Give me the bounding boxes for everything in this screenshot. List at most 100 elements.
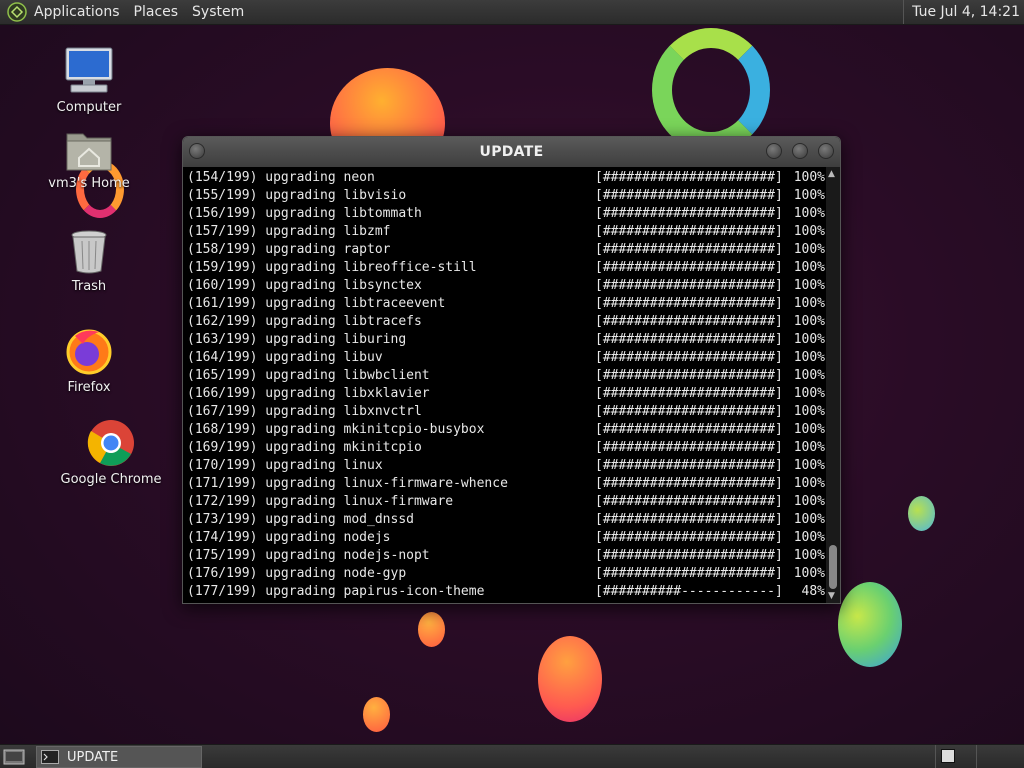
progress-percent: 100% (793, 314, 825, 329)
terminal-line: (158/199) upgrading raptor [#############… (187, 241, 825, 259)
progress-percent: 100% (793, 458, 825, 473)
terminal-line: (173/199) upgrading mod_dnssd [##########… (187, 511, 825, 529)
progress-percent: 100% (793, 440, 825, 455)
desktop-icon-label: vm3's Home (48, 176, 130, 191)
package-name: (163/199) upgrading liburing (187, 332, 407, 347)
progress-percent: 100% (793, 170, 825, 185)
progress-percent: 100% (793, 512, 825, 527)
workspace-switcher[interactable] (941, 749, 955, 763)
wallpaper-blob (838, 582, 902, 667)
window-title: UPDATE (479, 144, 544, 160)
menu-applications[interactable]: Applications (34, 4, 120, 20)
minimize-button[interactable] (766, 143, 782, 159)
progress-bar-text: [######################] (595, 512, 783, 527)
progress-bar-text: [######################] (595, 170, 783, 185)
terminal-line: (165/199) upgrading libwbclient [########… (187, 367, 825, 385)
package-name: (176/199) upgrading node-gyp (187, 566, 407, 581)
progress-bar-text: [######################] (595, 296, 783, 311)
desktop-icon-firefox[interactable]: Firefox (34, 326, 144, 395)
progress-percent: 100% (793, 404, 825, 419)
firefox-icon (66, 329, 112, 375)
terminal-scrollbar[interactable]: ▲ ▼ (826, 167, 840, 603)
home-folder-icon (66, 133, 112, 171)
terminal-line: (154/199) upgrading neon [###############… (187, 169, 825, 187)
bottom-panel: UPDATE (0, 744, 1024, 768)
taskbar-button-update[interactable]: UPDATE (36, 746, 202, 768)
desktop-icon-label: Computer (56, 100, 122, 115)
scroll-down-icon[interactable]: ▼ (828, 591, 835, 601)
progress-percent: 100% (793, 422, 825, 437)
terminal-line: (175/199) upgrading nodejs-nopt [########… (187, 547, 825, 565)
package-name: (156/199) upgrading libtommath (187, 206, 422, 221)
show-desktop-icon[interactable] (3, 748, 25, 766)
terminal-line: (169/199) upgrading mkinitcpio [#########… (187, 439, 825, 457)
package-name: (177/199) upgrading papirus-icon-theme (187, 584, 485, 599)
terminal-line: (162/199) upgrading libtracefs [#########… (187, 313, 825, 331)
progress-percent: 48% (793, 584, 826, 599)
package-name: (164/199) upgrading libuv (187, 350, 383, 365)
wallpaper-blob (908, 496, 935, 531)
progress-bar-text: [######################] (595, 278, 783, 293)
terminal-line: (164/199) upgrading libuv [##############… (187, 349, 825, 367)
terminal-line: (161/199) upgrading libtraceevent [######… (187, 295, 825, 313)
progress-percent: 100% (793, 566, 825, 581)
progress-percent: 100% (793, 278, 825, 293)
package-name: (174/199) upgrading nodejs (187, 530, 391, 545)
top-panel: Applications Places System Tue Jul 4, 14… (0, 0, 1024, 25)
progress-bar-text: [######################] (595, 386, 783, 401)
progress-bar-text: [######################] (595, 548, 783, 563)
wallpaper-blob (418, 612, 445, 647)
progress-bar-text: [######################] (595, 422, 783, 437)
terminal-line: (155/199) upgrading libvisio [###########… (187, 187, 825, 205)
terminal-line: (157/199) upgrading libzmf [#############… (187, 223, 825, 241)
progress-bar-text: [######################] (595, 404, 783, 419)
progress-percent: 100% (793, 494, 825, 509)
desktop-icon-chrome[interactable]: Google Chrome (56, 418, 166, 487)
scrollbar-thumb[interactable] (829, 545, 837, 589)
distro-logo-icon[interactable] (6, 1, 28, 23)
progress-bar-text: [######################] (595, 566, 783, 581)
progress-bar-text: [######################] (595, 368, 783, 383)
package-name: (172/199) upgrading linux-firmware (187, 494, 454, 509)
terminal-line: (166/199) upgrading libxklavier [########… (187, 385, 825, 403)
desktop-icon-computer[interactable]: Computer (34, 46, 144, 115)
maximize-button[interactable] (792, 143, 808, 159)
package-name: (175/199) upgrading nodejs-nopt (187, 548, 430, 563)
package-name: (169/199) upgrading mkinitcpio (187, 440, 422, 455)
close-button[interactable] (818, 143, 834, 159)
progress-bar-text: [######################] (595, 260, 783, 275)
clock[interactable]: Tue Jul 4, 14:21 (903, 0, 1024, 24)
panel-separator (976, 745, 977, 768)
progress-percent: 100% (793, 368, 825, 383)
progress-bar-text: [######################] (595, 476, 783, 491)
trash-icon (71, 230, 107, 274)
computer-icon (65, 47, 113, 93)
package-name: (168/199) upgrading mkinitcpio-busybox (187, 422, 485, 437)
window-titlebar[interactable]: UPDATE (183, 137, 840, 167)
progress-percent: 100% (793, 188, 825, 203)
desktop-icon-label: Trash (71, 279, 107, 294)
package-name: (160/199) upgrading libsynctex (187, 278, 422, 293)
window-menu-button[interactable] (189, 143, 205, 159)
terminal-line: (174/199) upgrading nodejs [#############… (187, 529, 825, 547)
terminal-output[interactable]: (154/199) upgrading neon [###############… (187, 169, 825, 601)
progress-percent: 100% (793, 548, 825, 563)
menu-system[interactable]: System (192, 4, 244, 20)
terminal-line: (177/199) upgrading papirus-icon-theme [#… (187, 583, 825, 601)
terminal-icon (41, 750, 59, 764)
scroll-up-icon[interactable]: ▲ (828, 169, 835, 179)
terminal-line: (167/199) upgrading libxnvctrl [#########… (187, 403, 825, 421)
package-name: (158/199) upgrading raptor (187, 242, 391, 257)
progress-bar-text: [######################] (595, 332, 783, 347)
panel-separator (935, 745, 936, 768)
menu-places[interactable]: Places (134, 4, 179, 20)
progress-percent: 100% (793, 206, 825, 221)
package-name: (161/199) upgrading libtraceevent (187, 296, 446, 311)
progress-percent: 100% (793, 350, 825, 365)
terminal-window[interactable]: UPDATE (154/199) upgrading neon [########… (182, 136, 841, 604)
desktop-icon-home[interactable]: vm3's Home (34, 128, 144, 191)
taskbar-button-label: UPDATE (67, 749, 119, 765)
desktop-icon-trash[interactable]: Trash (34, 229, 144, 294)
progress-bar-text: [######################] (595, 440, 783, 455)
progress-bar-text: [######################] (595, 242, 783, 257)
